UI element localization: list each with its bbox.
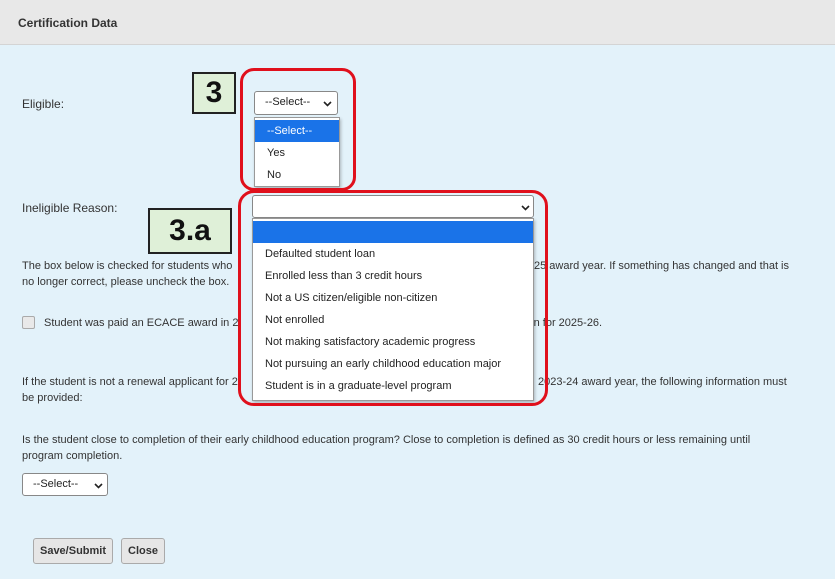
eligible-label: Eligible: [22, 97, 65, 111]
annotation-badge-3: 3 [192, 72, 236, 114]
renewal-note-left: If the student is not a renewal applican… [22, 376, 238, 388]
annotation-box-eligible [240, 68, 356, 191]
completion-select[interactable]: --Select-- [22, 473, 108, 496]
completion-select-value: --Select-- [33, 478, 79, 490]
completion-question-line2: program completion. [22, 450, 123, 462]
ineligible-reason-label: Ineligible Reason: [22, 201, 118, 215]
renewal-note-line2: be provided: [22, 392, 83, 404]
save-submit-button[interactable]: Save/Submit [33, 538, 113, 564]
chevron-down-icon [94, 483, 103, 489]
section-header: Certification Data [0, 0, 835, 45]
ecace-checkbox[interactable] [22, 316, 35, 329]
checkbox-label-left: Student was paid an ECACE award in 2 [44, 317, 239, 329]
completion-question-line1: Is the student close to completion of th… [22, 434, 751, 446]
section-title: Certification Data [18, 16, 118, 30]
annotation-box-reason [238, 190, 548, 406]
box-note-left: The box below is checked for students wh… [22, 260, 233, 272]
box-note-right: 25 award year. If something has changed … [534, 260, 789, 272]
renewal-note-right: 2023-24 award year, the following inform… [538, 376, 787, 388]
annotation-badge-3a: 3.a [148, 208, 232, 254]
close-button[interactable]: Close [121, 538, 165, 564]
box-note-line2: no longer correct, please uncheck the bo… [22, 276, 230, 288]
